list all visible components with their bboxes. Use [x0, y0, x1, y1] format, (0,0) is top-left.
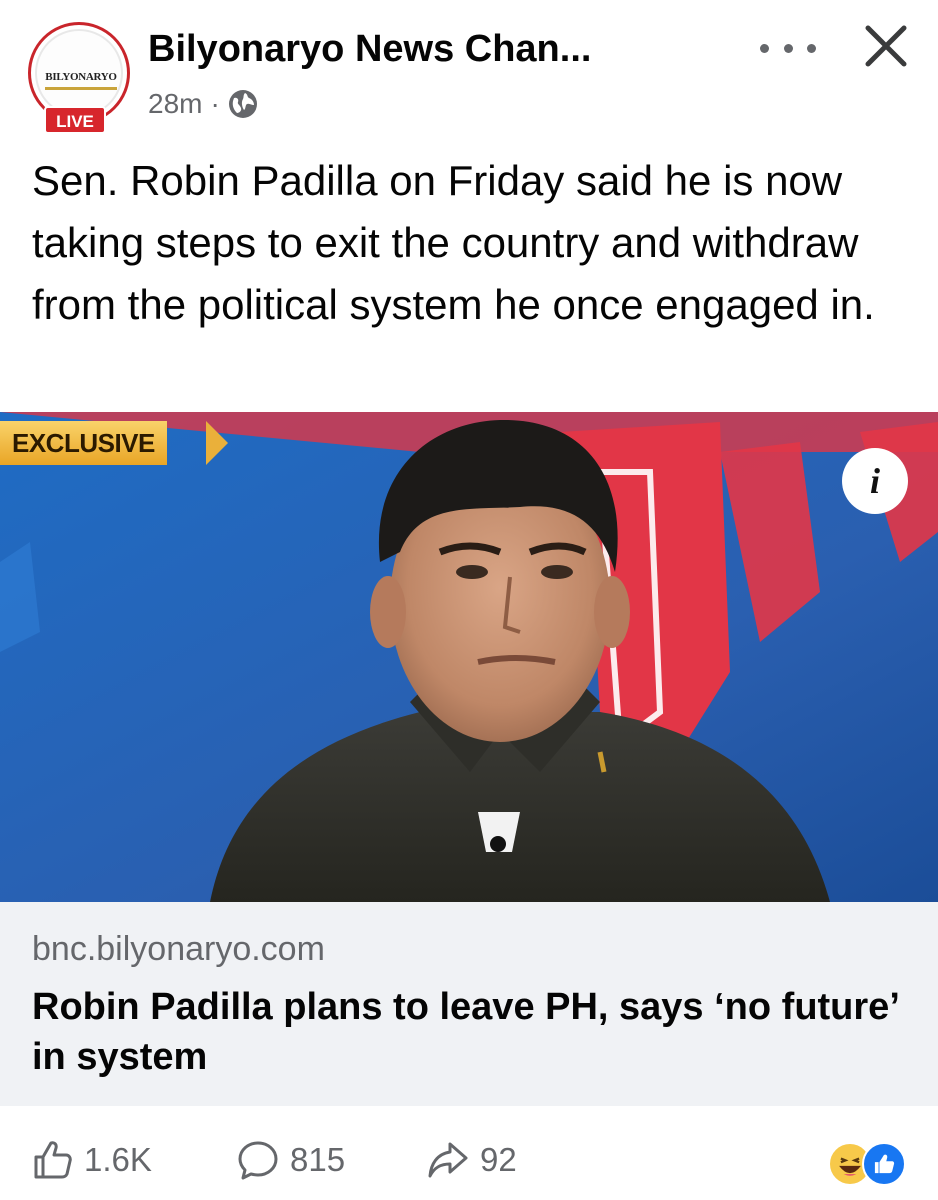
link-title: Robin Padilla plans to leave PH, says ‘n… — [32, 986, 898, 1078]
link-domain: bnc.bilyonaryo.com — [32, 930, 325, 968]
meta-separator: · — [210, 88, 220, 119]
info-button[interactable]: i — [842, 448, 908, 514]
more-dot — [783, 43, 793, 53]
avatar-logo-text: BILYONARYO — [45, 71, 117, 83]
comment-button[interactable]: 815 — [236, 1138, 345, 1182]
share-icon — [428, 1142, 468, 1178]
exclusive-badge-arrow — [206, 421, 228, 465]
share-count: 92 — [480, 1141, 517, 1178]
post-image[interactable] — [0, 412, 938, 902]
comment-icon — [238, 1141, 278, 1180]
like-count: 1.6K — [84, 1141, 152, 1178]
lapel-microphone — [490, 836, 506, 852]
more-options-button[interactable] — [760, 30, 816, 66]
link-preview[interactable]: bnc.bilyonaryo.com Robin Padilla plans t… — [0, 902, 938, 1106]
like-reaction-icon — [862, 1142, 906, 1186]
post-caption: Sen. Robin Padilla on Friday said he is … — [32, 157, 875, 328]
post-meta: 28m · — [148, 88, 258, 120]
live-badge: LIVE — [44, 106, 106, 134]
more-dot — [807, 43, 816, 53]
exclusive-badge: EXCLUSIVE — [0, 421, 167, 465]
post-footer: 1.6K 815 92 — [0, 1106, 938, 1200]
post-time[interactable]: 28m — [148, 88, 202, 120]
thumbs-up-icon — [34, 1141, 72, 1179]
close-icon[interactable] — [858, 18, 914, 74]
reaction-summary[interactable] — [828, 1142, 912, 1186]
more-dot — [760, 43, 769, 53]
globe-icon[interactable] — [228, 89, 258, 119]
post-header: BILYONARYO LIVE Bilyonaryo News Chan... … — [0, 0, 938, 140]
page-name[interactable]: Bilyonaryo News Chan... — [148, 28, 591, 71]
comment-count: 815 — [290, 1141, 346, 1178]
like-button[interactable]: 1.6K — [30, 1138, 152, 1182]
avatar-logo-underline — [45, 87, 117, 90]
share-button[interactable]: 92 — [426, 1138, 517, 1182]
